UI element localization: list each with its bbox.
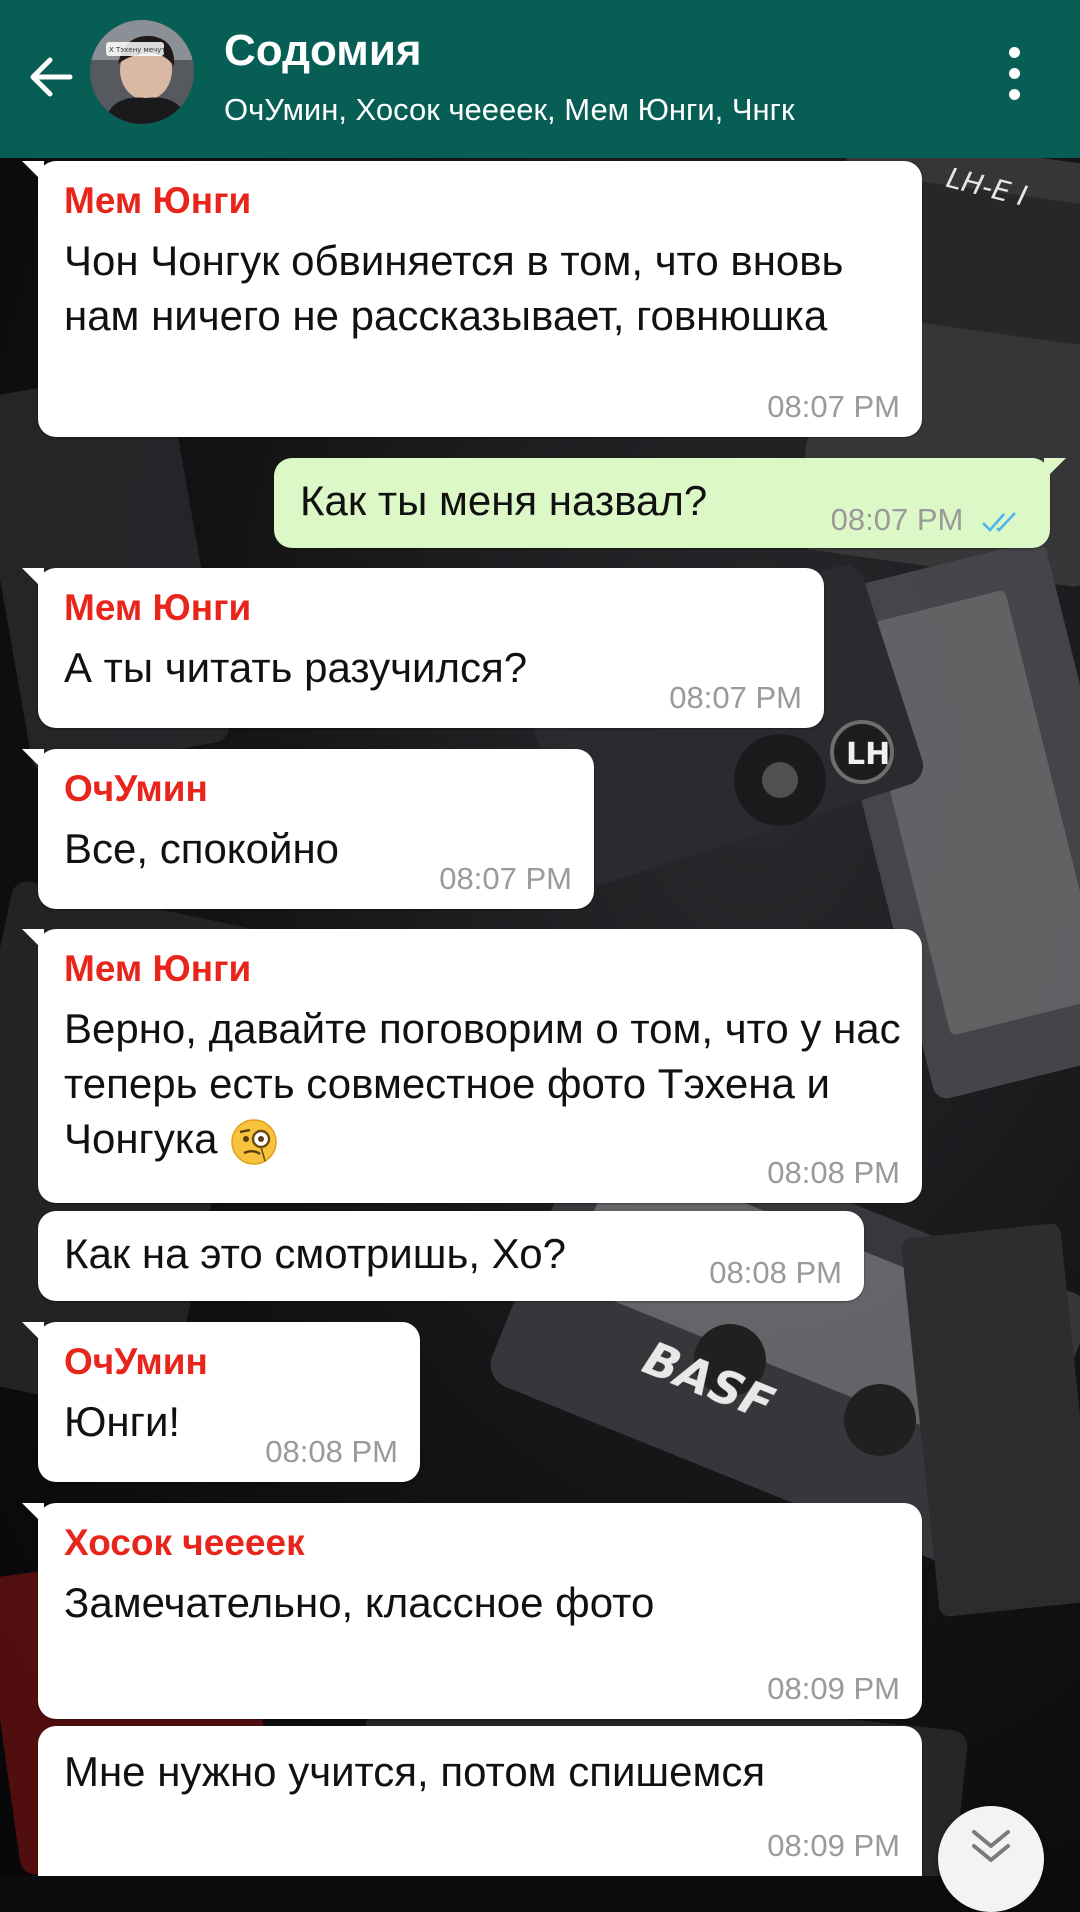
message-bubble[interactable]: Как на это смотришь, Хо? 08:08 PM (38, 1211, 864, 1301)
message-bubble-outgoing[interactable]: Как ты меня назвал? 08:07 PM (274, 458, 1066, 548)
message-time: 08:09 PM (767, 1828, 900, 1863)
message-text: Чон Чонгук обвиняется в том, что вновь н… (64, 237, 844, 339)
double-check-icon (982, 511, 1016, 532)
more-vertical-icon[interactable] (996, 44, 1032, 104)
back-button[interactable] (18, 42, 88, 112)
bubble-tail (22, 161, 44, 183)
message-bubble[interactable]: Мне нужно учится, потом спишемся 08:09 P… (38, 1726, 922, 1876)
sender-name[interactable]: Мем Юнги (64, 586, 802, 630)
message-bubble[interactable]: ОчУмин Все, спокойно 08:07 PM (22, 749, 594, 909)
arrow-left-icon (30, 57, 73, 97)
message-text: Верно, давайте поговорим о том, что у на… (64, 1001, 904, 1167)
message-time: 08:08 PM (709, 1255, 842, 1290)
group-avatar[interactable]: Х Тэхену мечут (90, 20, 194, 124)
message-text: Замечательно, классное фото (64, 1579, 655, 1626)
message-time-label: 08:07 PM (830, 502, 964, 537)
sender-name[interactable]: Мем Юнги (64, 179, 900, 223)
message-bubble[interactable]: ОчУмин Юнги! 08:08 PM (22, 1322, 420, 1482)
message-time: 08:07 PM (439, 861, 572, 896)
avatar-caption: Х Тэхену мечут (109, 46, 165, 54)
group-members[interactable]: ОчУмин, Хосок чеееек, Мем Юнги, Чнгк (224, 92, 795, 128)
bubble-tail (22, 749, 44, 771)
scroll-to-bottom-button[interactable] (938, 1806, 1044, 1912)
bubble-tail (22, 929, 44, 951)
message-bubble[interactable]: Мем Юнги Чон Чонгук обвиняется в том, чт… (22, 161, 922, 437)
chevron-double-down-icon (972, 1830, 1010, 1862)
bubble-tail (22, 1503, 44, 1525)
message-time: 08:07 PM (669, 680, 802, 715)
message-time: 08:07 PM (831, 502, 1024, 538)
menu-dot (1008, 89, 1020, 100)
group-title[interactable]: Содомия (224, 26, 422, 76)
face-with-monocle-icon (231, 1119, 277, 1165)
message-bubble[interactable]: Хосок чеееек Замечательно, классное фото… (22, 1503, 922, 1719)
chat-header: Х Тэхену мечут Содомия ОчУмин, Хосок чее… (0, 0, 1080, 158)
bubble-tail (1044, 458, 1066, 480)
bubble-tail (22, 568, 44, 590)
message-text-content: Верно, давайте поговорим о том, что у на… (64, 1005, 901, 1162)
message-bubble[interactable]: Мем Юнги Верно, давайте поговорим о том,… (22, 929, 922, 1203)
bubble-tail (22, 1322, 44, 1344)
sender-name[interactable]: Мем Юнги (64, 947, 900, 991)
message-time: 08:07 PM (767, 389, 900, 424)
sender-name[interactable]: ОчУмин (64, 767, 572, 811)
sender-name[interactable]: ОчУмин (64, 1340, 398, 1384)
message-time: 08:09 PM (767, 1671, 900, 1706)
message-bubble[interactable]: Мем Юнги А ты читать разучился? 08:07 PM (22, 568, 824, 728)
menu-dot (1008, 47, 1020, 58)
cassette-logo: LH (846, 737, 890, 772)
menu-dot (1008, 68, 1020, 79)
message-time: 08:08 PM (767, 1155, 900, 1190)
message-time: 08:08 PM (265, 1434, 398, 1469)
sender-name[interactable]: Хосок чеееек (64, 1521, 900, 1565)
message-text: Мне нужно учится, потом спишемся (64, 1748, 766, 1795)
avatar-image: Х Тэхену мечут (90, 20, 194, 124)
